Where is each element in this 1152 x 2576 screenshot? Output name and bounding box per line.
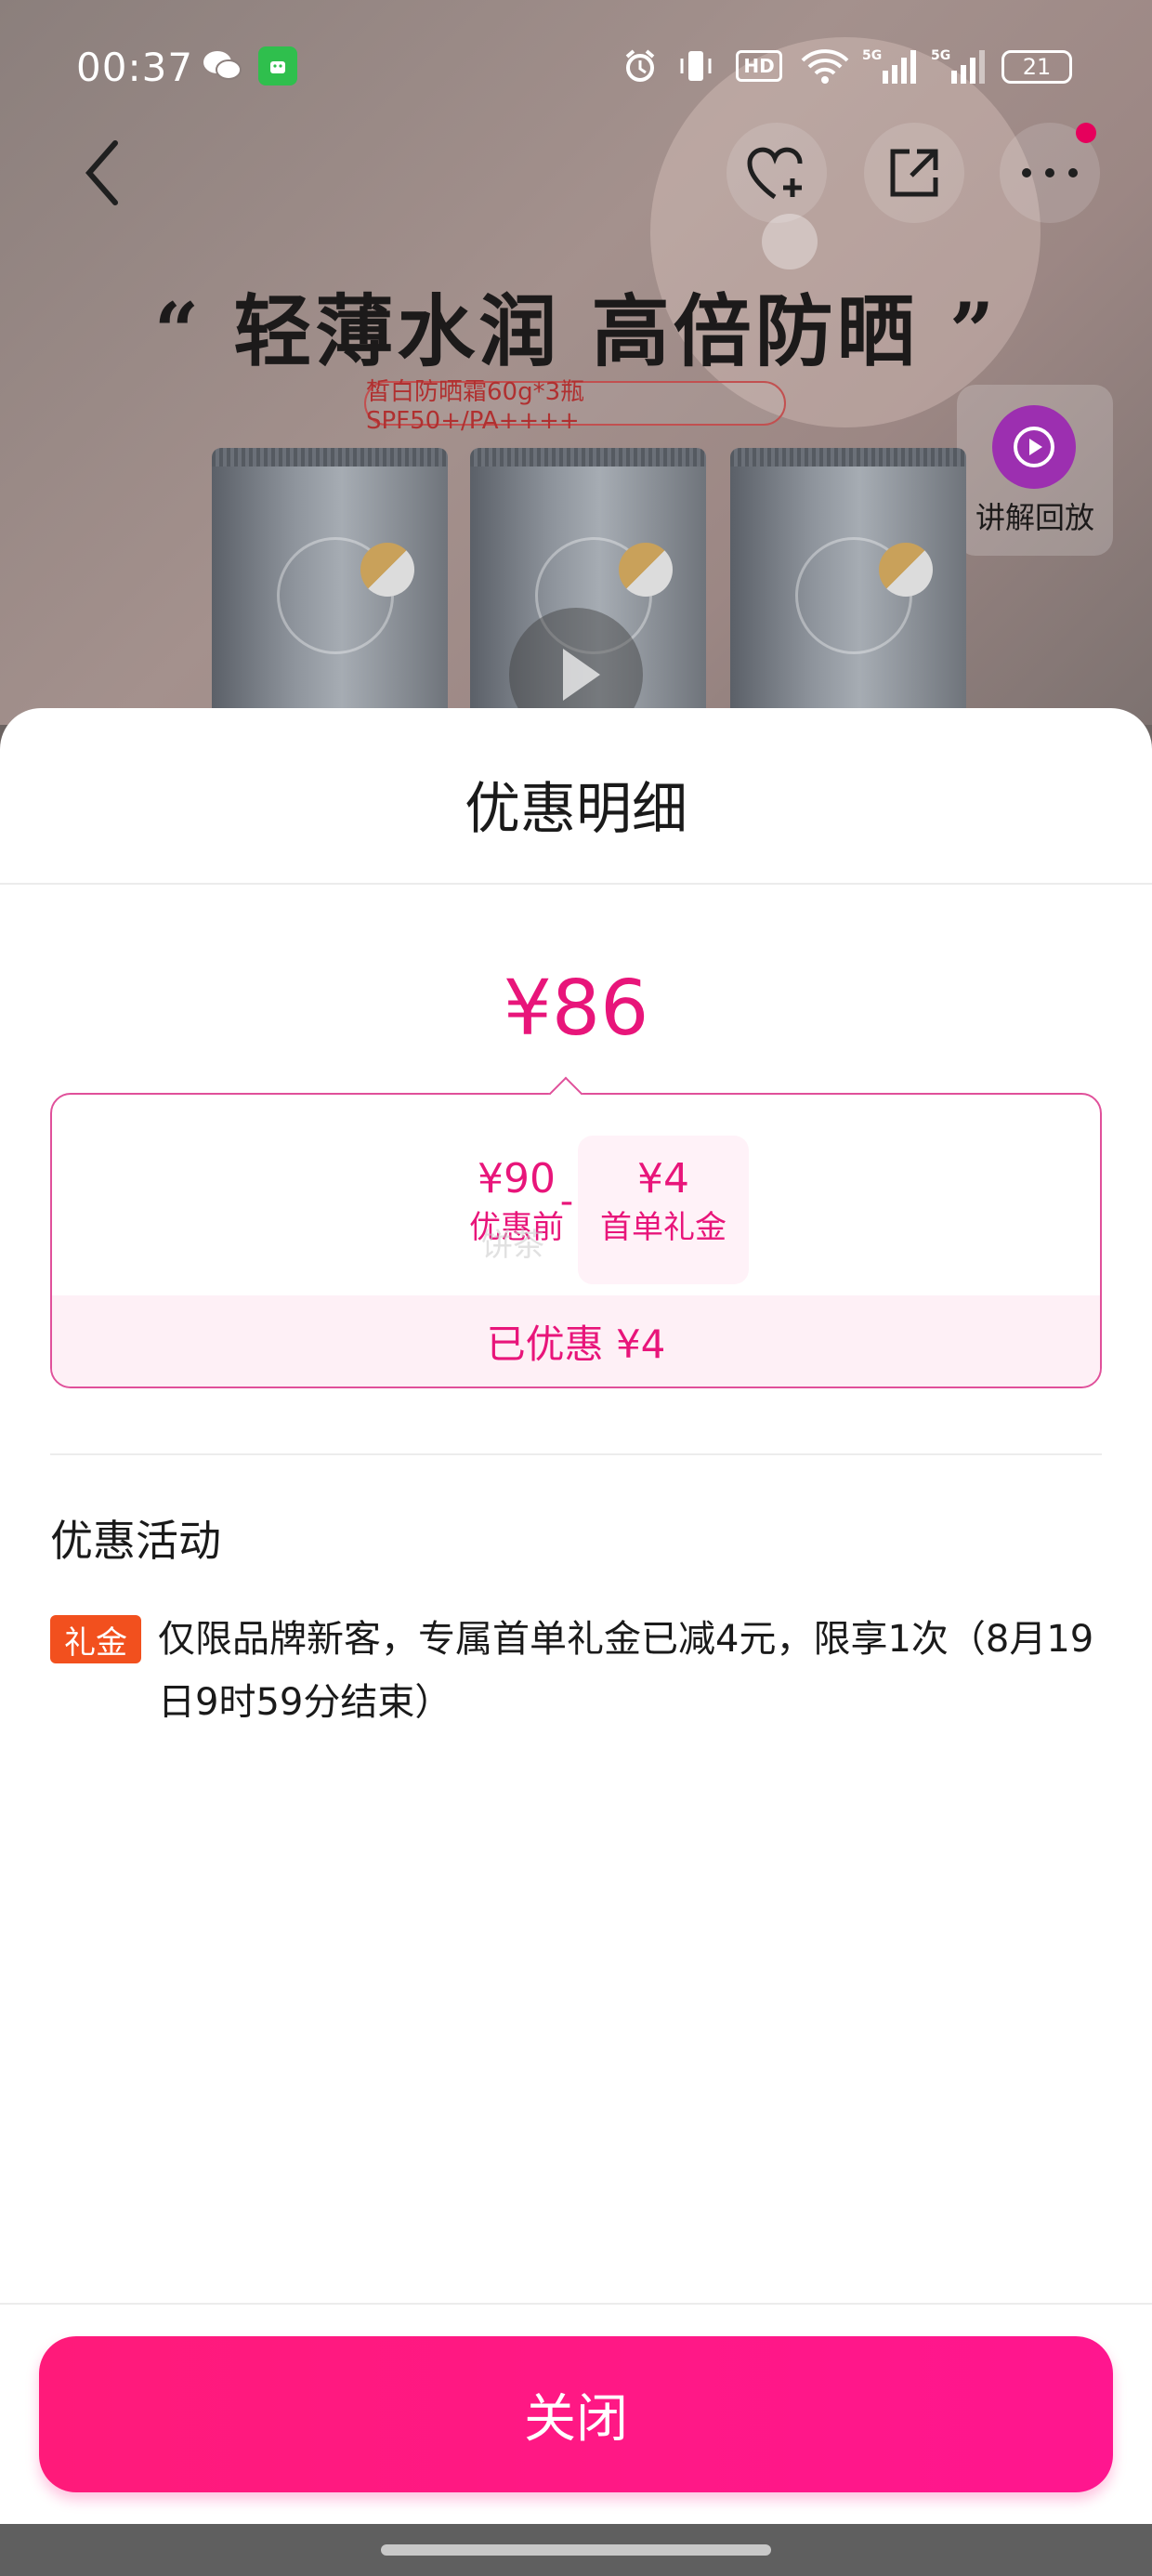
footer-divider [0, 2303, 1152, 2305]
section-divider [50, 1453, 1102, 1455]
system-nav-bar [0, 2524, 1152, 2576]
vibrate-icon [676, 46, 715, 85]
product-hero: 00:37 HD 5G 5G 21 “ 轻薄水润 高倍防晒 ” 皙白防晒霜60g… [0, 0, 1152, 725]
share-button[interactable] [864, 123, 964, 223]
signal-5g-icon: 5G [862, 46, 920, 85]
replay-icon [992, 405, 1076, 489]
product-tube-image [212, 448, 448, 725]
activities-title: 优惠活动 [50, 1516, 221, 1566]
price-breakdown-box: ¥90 优惠前 - ¥4 首单礼金 已优惠 ¥4 [50, 1076, 1102, 1388]
gift-discount-column: ¥4 首单礼金 [578, 1136, 749, 1284]
saved-amount-text: 已优惠 ¥4 [52, 1295, 1100, 1387]
gift-badge: 礼金 [50, 1615, 141, 1663]
replay-button[interactable]: 讲解回放 [957, 385, 1113, 556]
title-divider [0, 883, 1152, 885]
replay-label: 讲解回放 [975, 500, 1094, 535]
signal-5g-icon: 5G [931, 46, 988, 85]
gift-label: 首单礼金 [600, 1209, 727, 1246]
back-icon [85, 140, 118, 205]
gift-amount: ¥4 [637, 1155, 689, 1203]
product-subtitle: 皙白防晒霜60g*3瓶SPF50+/PA++++ [364, 378, 786, 435]
more-icon [1022, 168, 1078, 177]
app-icon [258, 46, 297, 85]
final-price: ¥86 [503, 965, 649, 1053]
battery-icon: 21 [1001, 50, 1072, 84]
wechat-icon [201, 46, 243, 85]
close-button[interactable]: 关闭 [39, 2336, 1113, 2492]
pointer-notch [548, 1076, 583, 1111]
status-time: 00:37 [76, 45, 194, 90]
home-indicator[interactable] [381, 2544, 771, 2556]
product-slogan: “ 轻薄水润 高倍防晒 ” [153, 285, 999, 377]
wifi-icon [799, 46, 851, 85]
hd-icon: HD [736, 50, 782, 82]
back-button[interactable] [52, 123, 152, 223]
alarm-icon [621, 46, 660, 85]
sheet-title: 优惠明细 [465, 777, 687, 842]
notification-dot [1076, 123, 1096, 143]
discount-details-sheet: 优惠明细 ¥86 ¥90 优惠前 - ¥4 首单礼金 已优惠 ¥4 优惠活动 礼… [0, 708, 1152, 2524]
svg-text:5G: 5G [931, 48, 950, 63]
favorite-add-icon [747, 147, 803, 200]
product-tube-image [730, 448, 966, 725]
share-icon [890, 149, 938, 197]
watermark: 饼茶 [481, 1227, 544, 1264]
status-bar: 00:37 HD 5G 5G 21 [0, 0, 1152, 130]
favorite-button[interactable] [727, 123, 827, 223]
activity-description: 仅限品牌新客，专属首单礼金已减4元，限享1次（8月19日9时59分结束） [158, 1618, 1094, 1724]
svg-text:5G: 5G [862, 48, 882, 63]
